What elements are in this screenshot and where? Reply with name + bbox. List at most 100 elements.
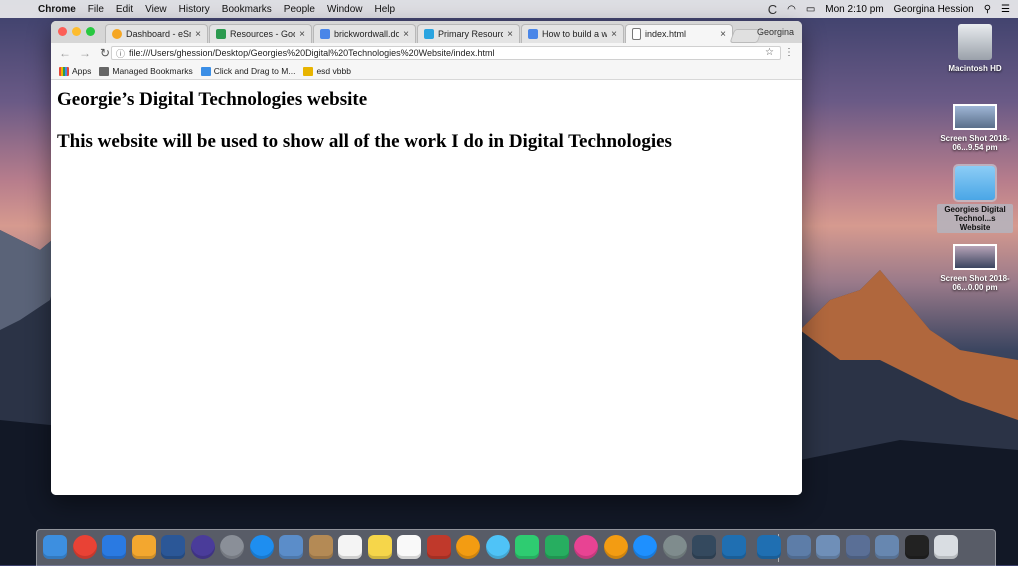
tab-resources[interactable]: Resources - Google× (209, 24, 312, 43)
tab-strip: Dashboard - eSmar× Resources - Google× b… (51, 21, 802, 43)
vscode-icon[interactable] (721, 535, 746, 559)
desktop-icon-georgies-folder[interactable]: Georgies Digital Technol...s Website (937, 164, 1013, 233)
folder-icon (953, 164, 997, 202)
tab-how-to-build[interactable]: How to build a webs× (521, 24, 624, 43)
info-icon[interactable]: ⓘ (116, 47, 125, 60)
notes-icon[interactable] (367, 535, 392, 559)
close-tab-icon[interactable]: × (507, 29, 513, 40)
close-tab-icon[interactable]: × (195, 29, 201, 40)
browser-window: Dashboard - eSmar× Resources - Google× b… (51, 21, 802, 495)
reminders-icon[interactable] (397, 535, 421, 559)
menu-bookmarks[interactable]: Bookmarks (222, 4, 272, 15)
close-tab-icon[interactable]: × (611, 29, 617, 40)
menu-edit[interactable]: Edit (116, 4, 133, 15)
notification-center-icon[interactable]: ☰ (1001, 4, 1010, 15)
profile-button[interactable]: Georgina (757, 27, 794, 37)
bookmark-managed[interactable]: Managed Bookmarks (99, 66, 193, 76)
page-heading: Georgie’s Digital Technologies website (57, 89, 368, 110)
apps-grid-icon (59, 66, 69, 76)
contacts-icon[interactable] (308, 535, 333, 559)
url-text: file:///Users/ghession/Desktop/Georgies%… (129, 48, 495, 58)
dock (36, 529, 996, 566)
window-controls (58, 27, 95, 36)
photos-icon[interactable] (456, 535, 480, 559)
menu-user-name[interactable]: Georgina Hession (894, 4, 974, 15)
zoom-window-button[interactable] (86, 27, 95, 36)
menu-clock[interactable]: Mon 2:10 pm (825, 4, 883, 15)
preview-icon[interactable] (279, 535, 303, 559)
bookmark-apps[interactable]: Apps (59, 66, 91, 76)
window-thumbnail-icon[interactable] (904, 535, 929, 559)
bookmark-esd[interactable]: esd vbbb (303, 66, 351, 76)
chrome-icon[interactable] (72, 535, 97, 559)
airplay-icon[interactable]: ▭ (806, 4, 815, 15)
siri-icon[interactable] (190, 535, 215, 559)
menu-file[interactable]: File (88, 4, 104, 15)
desktop-icon-macintosh-hd[interactable]: Macintosh HD (937, 24, 1013, 73)
launchpad-icon[interactable] (220, 535, 244, 559)
reload-icon[interactable]: ↻ (99, 46, 111, 60)
creative-cloud-icon[interactable]: C (768, 2, 777, 17)
system-preferences-icon[interactable] (662, 535, 687, 559)
photo-booth-icon[interactable] (426, 535, 451, 559)
google-drive-icon (216, 29, 226, 39)
tab-index-html[interactable]: index.html × (625, 24, 733, 43)
page-subheading: This website will be used to show all of… (57, 131, 672, 152)
menu-bar: Chrome File Edit View History Bookmarks … (0, 0, 1018, 18)
folder-icon (99, 66, 110, 76)
more-menu-icon[interactable]: ⋮ (784, 47, 794, 58)
close-tab-icon[interactable]: × (299, 29, 305, 40)
window-thumbnail-icon[interactable] (875, 535, 899, 559)
calendar-icon[interactable] (338, 535, 362, 559)
spotlight-icon[interactable]: ⚲ (984, 4, 991, 15)
bookmark-favicon-icon (303, 66, 314, 76)
bookmark-click-drag[interactable]: Click and Drag to M... (200, 66, 295, 76)
menu-people[interactable]: People (284, 4, 315, 15)
bookmark-favicon-icon (200, 66, 211, 76)
itunes-icon[interactable] (574, 535, 598, 559)
trash-icon[interactable] (934, 535, 958, 559)
facetime-icon[interactable] (515, 535, 539, 559)
bookmarks-bar: Apps Managed Bookmarks Click and Drag to… (51, 63, 802, 80)
numbers-icon[interactable] (544, 535, 569, 559)
menu-view[interactable]: View (145, 4, 167, 15)
page-content: Georgie’s Digital Technologies website T… (51, 80, 802, 495)
hard-drive-icon (958, 24, 992, 60)
close-tab-icon[interactable]: × (720, 29, 726, 40)
safari-icon[interactable] (249, 535, 274, 559)
minimize-window-button[interactable] (72, 27, 81, 36)
tab-dashboard[interactable]: Dashboard - eSmar× (105, 24, 208, 43)
word-icon[interactable] (161, 535, 185, 559)
window-thumbnail-icon[interactable] (845, 535, 870, 559)
menu-window[interactable]: Window (327, 4, 363, 15)
window-thumbnail-icon[interactable] (786, 535, 811, 559)
ibooks-icon[interactable] (603, 535, 628, 559)
close-tab-icon[interactable]: × (403, 29, 409, 40)
window-thumbnail-icon[interactable] (816, 535, 840, 559)
terminal-icon[interactable] (692, 535, 716, 559)
menu-help[interactable]: Help (375, 4, 396, 15)
menu-app-name[interactable]: Chrome (38, 4, 76, 15)
keynote-icon[interactable] (102, 535, 126, 559)
forward-icon[interactable]: → (79, 46, 91, 60)
desktop-icon-screenshot-2[interactable]: Screen Shot 2018-06...0.00 pm (937, 244, 1013, 292)
favicon-icon (112, 29, 122, 39)
messages-icon[interactable] (485, 535, 510, 559)
desktop-icon-screenshot-1[interactable]: Screen Shot 2018-06...9.54 pm (937, 104, 1013, 152)
browser-toolbar: ← → ↻ ⓘ file:///Users/ghession/Desktop/G… (51, 43, 802, 63)
back-icon[interactable]: ← (59, 46, 71, 60)
page-icon (632, 28, 641, 40)
pages-icon[interactable] (131, 535, 156, 559)
screenshot-icon (953, 244, 997, 270)
tab-brickwordwall[interactable]: brickwordwall.doc × (313, 24, 416, 43)
wifi-icon[interactable]: ◠ (787, 4, 796, 15)
bookmark-star-icon[interactable]: ☆ (765, 47, 774, 58)
menu-history[interactable]: History (179, 4, 210, 15)
close-window-button[interactable] (58, 27, 67, 36)
finder-icon[interactable] (43, 535, 67, 559)
docs-icon (528, 29, 538, 39)
address-bar[interactable]: ⓘ file:///Users/ghession/Desktop/Georgie… (111, 46, 781, 60)
vscode-icon[interactable] (757, 535, 781, 559)
tab-primary-resources[interactable]: Primary Resources× (417, 24, 520, 43)
app-store-icon[interactable] (633, 535, 657, 559)
